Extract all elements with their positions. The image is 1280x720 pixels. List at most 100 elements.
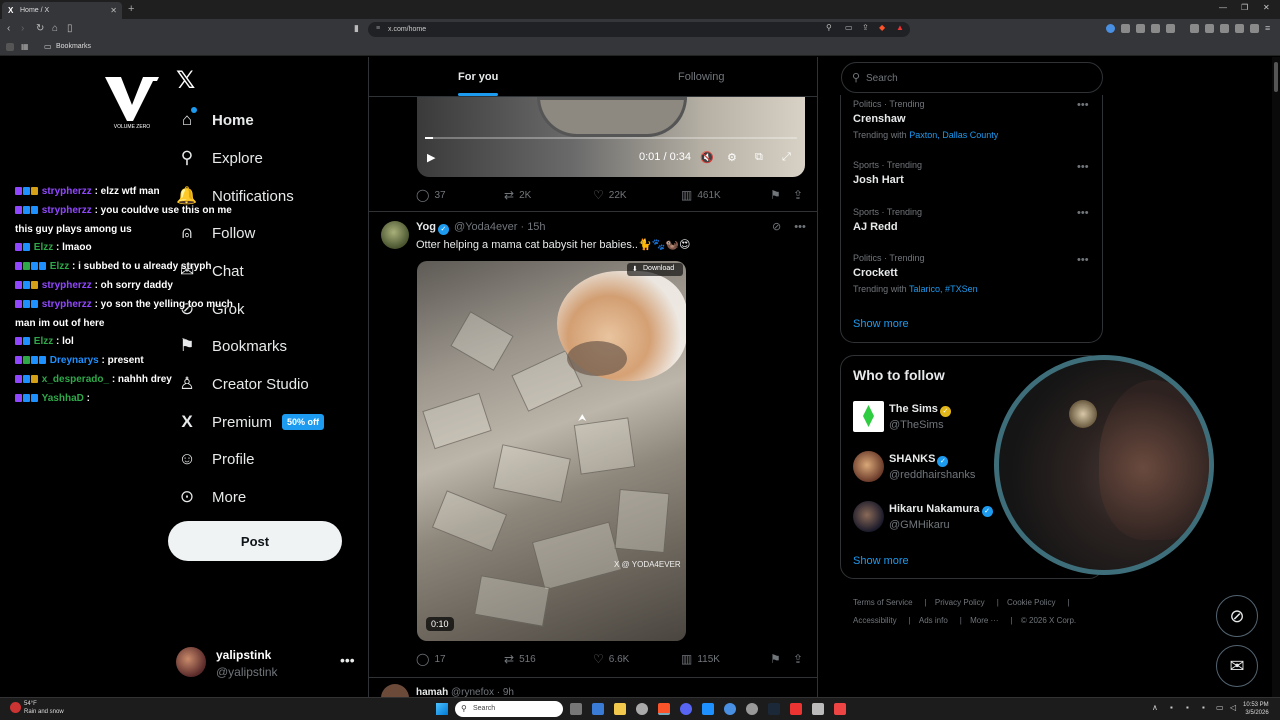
bookmark-page-icon[interactable]: ▮: [354, 23, 359, 34]
post-button[interactable]: Post: [168, 521, 342, 561]
download-icon[interactable]: [1166, 24, 1175, 33]
reload-icon[interactable]: ↻: [36, 23, 44, 34]
site-info-icon[interactable]: ≡: [376, 25, 380, 32]
ads-info-link[interactable]: Ads info: [919, 616, 948, 625]
brave-shield-icon[interactable]: ◆: [879, 23, 885, 32]
tab-for-you[interactable]: For you: [458, 71, 498, 83]
sidebar-toggle-icon[interactable]: ▯: [67, 23, 73, 34]
chrome-app-icon[interactable]: [746, 703, 758, 715]
settings-app-icon[interactable]: [570, 703, 582, 715]
maximize-window-button[interactable]: ❐: [1241, 3, 1248, 12]
tab-following[interactable]: Following: [678, 71, 724, 83]
video-progress-track[interactable]: [425, 137, 797, 139]
tray-app-icon[interactable]: ▪: [1202, 703, 1205, 712]
trend-more-icon[interactable]: •••: [1077, 207, 1089, 219]
author-handle[interactable]: @Yoda4ever: [454, 221, 517, 233]
repost-button[interactable]: ⇄ 516: [504, 652, 536, 666]
app-icon[interactable]: [636, 703, 648, 715]
home-browser-icon[interactable]: ⌂: [52, 23, 58, 34]
vpn-icon[interactable]: [1235, 24, 1244, 33]
sidebar-item-explore[interactable]: ⚲ Explore: [176, 143, 263, 173]
reply-button[interactable]: ◯ 17: [416, 652, 446, 666]
trend-item[interactable]: Sports · Trending AJ Redd: [853, 207, 922, 233]
trend-item[interactable]: Sports · Trending Josh Hart: [853, 160, 922, 186]
app-icon[interactable]: [724, 703, 736, 715]
mute-icon[interactable]: 🔇: [700, 151, 714, 164]
more-options-icon[interactable]: •••: [794, 221, 806, 233]
more-options-icon[interactable]: •••: [340, 652, 355, 668]
terms-link[interactable]: Terms of Service: [853, 598, 913, 607]
wallet-icon[interactable]: [1220, 24, 1229, 33]
views-button[interactable]: ▥ 115K: [681, 652, 720, 666]
bookmark-tweet-button[interactable]: ⚑: [770, 652, 781, 666]
minimize-window-button[interactable]: —: [1219, 3, 1227, 12]
edge-app-icon[interactable]: [592, 703, 604, 715]
settings-gear-icon[interactable]: ⚙: [727, 151, 737, 164]
menu-icon[interactable]: ≡: [1265, 23, 1270, 33]
volume-icon[interactable]: ◁: [1230, 703, 1236, 712]
extension-icon[interactable]: [1151, 24, 1160, 33]
close-tab-icon[interactable]: ✕: [110, 6, 117, 15]
trend-related-link[interactable]: Talarico, #TXSen: [909, 284, 978, 294]
show-more-trends-link[interactable]: Show more: [853, 318, 909, 330]
sidebar-icon[interactable]: [1205, 24, 1214, 33]
more-link[interactable]: More ···: [970, 616, 998, 625]
share-tweet-button[interactable]: ⇪: [793, 188, 803, 202]
trend-related-link[interactable]: Paxton, Dallas County: [909, 130, 998, 140]
tweet-time[interactable]: · 15h: [520, 221, 545, 233]
tray-app-icon[interactable]: ▪: [1170, 703, 1173, 712]
steam-app-icon[interactable]: [768, 703, 780, 715]
scrollbar-thumb[interactable]: [1274, 62, 1278, 92]
tray-app-icon[interactable]: ▪: [1186, 703, 1189, 712]
privacy-link[interactable]: Privacy Policy: [935, 598, 985, 607]
apps-icon[interactable]: [6, 43, 14, 51]
sidebar-item-more[interactable]: ⊙ More: [176, 482, 246, 512]
sidebar-item-premium[interactable]: X Premium 50% off: [176, 407, 325, 437]
taskbar-search-input[interactable]: ⚲ Search: [455, 701, 563, 717]
messages-float-button[interactable]: ✉: [1216, 645, 1258, 687]
video-player[interactable]: ▶ 0:01 / 0:34 🔇 ⚙ ⧉ ⤢: [417, 97, 805, 177]
repost-button[interactable]: ⇄ 2K: [504, 188, 531, 202]
media-icon[interactable]: [1190, 24, 1199, 33]
close-window-button[interactable]: ✕: [1263, 3, 1270, 12]
app-icon[interactable]: [812, 703, 824, 715]
like-button[interactable]: ♡ 22K: [593, 188, 627, 202]
brave-rewards-icon[interactable]: ▲: [896, 23, 904, 32]
views-button[interactable]: ▥ 461K: [681, 188, 721, 202]
bookmarks-folder[interactable]: Bookmarks: [56, 43, 91, 50]
grok-float-button[interactable]: ⊘: [1216, 595, 1258, 637]
avatar[interactable]: [381, 221, 409, 249]
play-icon[interactable]: ▶: [427, 151, 435, 164]
grok-icon[interactable]: ⊘: [772, 221, 781, 233]
brave-app-icon[interactable]: [658, 703, 670, 715]
trend-more-icon[interactable]: •••: [1077, 254, 1089, 266]
weather-widget[interactable]: 54°F Rain and snow: [10, 700, 64, 716]
grid-icon[interactable]: ▦: [21, 42, 29, 51]
app-icon[interactable]: [790, 703, 802, 715]
back-icon[interactable]: ‹: [7, 23, 10, 34]
download-button[interactable]: ⬇ Download: [627, 263, 683, 276]
network-icon[interactable]: ▭: [1216, 703, 1224, 712]
forward-icon[interactable]: ›: [21, 23, 24, 34]
extension-icon[interactable]: [1136, 24, 1145, 33]
bookmark-tweet-button[interactable]: ⚑: [770, 188, 781, 202]
trend-item[interactable]: Politics · Trending Crockett Trending wi…: [853, 253, 978, 294]
like-button[interactable]: ♡ 6.6K: [593, 652, 629, 666]
app-icon[interactable]: [834, 703, 846, 715]
file-explorer-icon[interactable]: [614, 703, 626, 715]
cookie-link[interactable]: Cookie Policy: [1007, 598, 1055, 607]
app-icon[interactable]: [702, 703, 714, 715]
reply-button[interactable]: ◯ 37: [416, 188, 446, 202]
fullscreen-icon[interactable]: ⤢: [782, 151, 791, 164]
install-app-icon[interactable]: ▭: [845, 23, 853, 32]
taskbar-clock[interactable]: 10:53 PM 3/5/2026: [1243, 701, 1269, 717]
trend-item[interactable]: Politics · Trending Crenshaw Trending wi…: [853, 99, 998, 140]
account-switcher[interactable]: yalipstink @yalipstink •••: [176, 646, 356, 680]
tray-chevron-icon[interactable]: ∧: [1152, 703, 1158, 712]
author-name[interactable]: Yog: [416, 221, 436, 233]
search-input[interactable]: ⚲ Search: [841, 62, 1103, 93]
share-icon[interactable]: ⇪: [862, 23, 869, 32]
browser-tab[interactable]: X Home / X ✕: [2, 2, 122, 19]
trend-more-icon[interactable]: •••: [1077, 99, 1089, 111]
discord-app-icon[interactable]: [680, 703, 692, 715]
